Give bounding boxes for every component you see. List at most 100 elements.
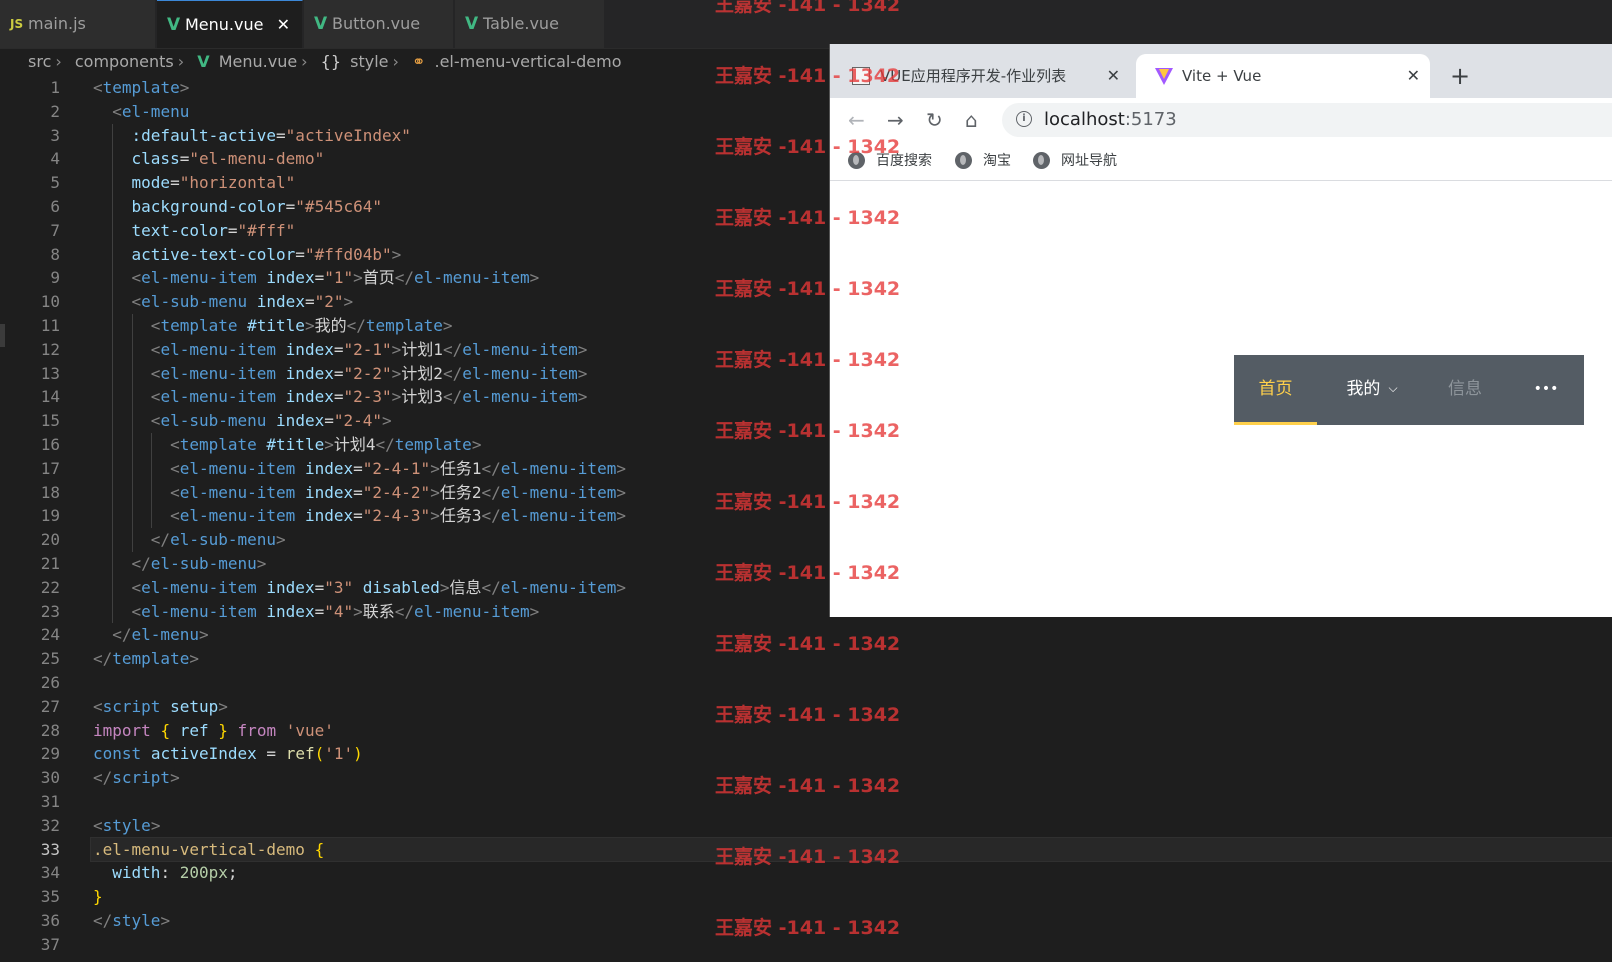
code-line: <el-menu-item index="2-1">计划1</el-menu-i… (93, 337, 813, 362)
bookmark-label: 淘宝 (983, 153, 1011, 169)
indent-guide (150, 456, 152, 481)
line-number: 14 (40, 387, 60, 407)
line-number: 35 (40, 887, 60, 907)
indent-guide (131, 528, 133, 552)
globe-icon (1033, 152, 1050, 169)
menu-item-home[interactable]: 首页 (1234, 355, 1317, 425)
code-line: </el-sub-menu> (93, 528, 813, 552)
breadcrumb-item[interactable]: components (75, 52, 174, 71)
vue-file-icon: V (314, 14, 328, 34)
tab-table-vue[interactable]: V Table.vue (455, 0, 605, 48)
watermark-text: 王嘉安 -141 - 1342 (715, 136, 901, 158)
close-tab-icon[interactable]: ✕ (277, 1, 290, 49)
vue-file-icon: V (167, 15, 181, 35)
watermark-text: 王嘉安 -141 - 1342 (715, 775, 901, 797)
browser-tab-title: VUE应用程序开发-作业列表 (880, 67, 1067, 85)
indent-guide (131, 480, 133, 505)
line-number: 13 (40, 363, 60, 383)
line-number: 28 (40, 720, 60, 740)
close-tab-icon[interactable]: ✕ (1407, 54, 1420, 98)
watermark-text: 王嘉安 -141 - 1342 (715, 562, 901, 584)
watermark-text: 王嘉安 -141 - 1342 (715, 0, 901, 16)
code-line: active-text-color="#ffd04b"> (93, 242, 813, 267)
indent-guide (112, 385, 114, 410)
watermark-text: 王嘉安 -141 - 1342 (715, 846, 901, 868)
indent-guide (150, 480, 152, 505)
watermark-text: 王嘉安 -141 - 1342 (715, 207, 901, 229)
code-line: <template #title>计划4</template> (93, 432, 813, 457)
tab-main-js[interactable]: JS main.js (0, 0, 156, 48)
indent-guide (112, 218, 114, 243)
code-line: :default-active="activeIndex" (93, 123, 813, 148)
line-number: 9 (50, 268, 60, 288)
indent-guide (131, 432, 133, 457)
css-selector-icon: ⚭ (412, 52, 426, 71)
more-menu-icon[interactable]: ••• (1514, 355, 1578, 425)
reload-icon[interactable]: ↻ (926, 98, 943, 142)
tab-label: Table.vue (483, 14, 559, 33)
indent-guide (112, 313, 114, 338)
line-number: 34 (40, 863, 60, 883)
indent-guide (112, 432, 114, 457)
code-line: <el-sub-menu index="2"> (93, 290, 813, 314)
watermark-text: 王嘉安 -141 - 1342 (715, 704, 901, 726)
home-icon[interactable]: ⌂ (965, 98, 978, 142)
indent-guide (112, 409, 114, 433)
code-line: const activeIndex = ref('1') (93, 744, 363, 764)
code-line: width: 200px; (112, 863, 238, 883)
bookmark-label: 网址导航 (1061, 153, 1117, 169)
code-line: <el-menu-item index="4">联系</el-menu-item… (93, 599, 813, 624)
tab-menu-vue[interactable]: V Menu.vue ✕ (157, 0, 303, 48)
browser-tab-vite-vue[interactable]: Vite + Vue ✕ (1136, 54, 1430, 98)
indent-guide (131, 456, 133, 481)
line-number: 37 (40, 934, 60, 954)
code-line: <el-menu-item index="2-4-1">任务1</el-menu… (93, 456, 813, 481)
tab-button-vue[interactable]: V Button.vue (304, 0, 454, 48)
indent-guide (150, 432, 152, 457)
tab-label: Menu.vue (185, 15, 264, 34)
tab-label: Button.vue (332, 14, 421, 33)
breadcrumb-item[interactable]: Menu.vue (219, 52, 297, 71)
code-line: <el-menu-item index="2-4-3">任务3</el-menu… (93, 504, 813, 529)
bookmark-taobao[interactable]: 淘宝 (955, 142, 1011, 180)
line-number: 25 (40, 649, 60, 669)
browser-toolbar: ← → ↻ ⌂ i localhost:5173 (830, 98, 1612, 142)
code-line: </template> (93, 649, 199, 669)
code-area[interactable]: <template> <el-menu :default-active="act… (90, 76, 1612, 956)
breadcrumb: src › components › V Menu.vue › {} style › ⚭… (0, 48, 830, 76)
code-line: <el-menu-item index="1">首页</el-menu-item… (93, 266, 813, 291)
globe-icon (955, 152, 972, 169)
line-number: 27 (40, 696, 60, 716)
line-number: 7 (50, 220, 60, 240)
breadcrumb-item[interactable]: src (28, 52, 51, 71)
breadcrumb-item[interactable]: .el-menu-vertical-demo (435, 52, 622, 71)
line-number: 20 (40, 530, 60, 550)
indent-guide (112, 504, 114, 529)
line-number: 32 (40, 815, 60, 835)
indent-guide (112, 147, 114, 172)
menu-item-mine[interactable]: 我的 ⌵ (1328, 355, 1416, 425)
line-number: 23 (40, 601, 60, 621)
address-bar[interactable]: i localhost:5173 (1002, 103, 1612, 137)
chevron-down-icon: ⌵ (1388, 381, 1398, 395)
site-info-icon[interactable]: i (1016, 111, 1032, 127)
code-line: <el-menu-item index="2-4-2">任务2</el-menu… (93, 480, 813, 505)
menu-item-info-disabled: 信息 (1448, 379, 1482, 399)
new-tab-button[interactable]: + (1450, 54, 1470, 98)
code-line: <el-menu-item index="2-2">计划2</el-menu-i… (93, 361, 813, 386)
browser-tab-strip: VUE应用程序开发-作业列表 ✕ Vite + Vue ✕ + (830, 44, 1612, 98)
line-number: 15 (40, 411, 60, 431)
indent-guide (131, 313, 133, 338)
watermark-text: 王嘉安 -141 - 1342 (715, 917, 901, 939)
breadcrumb-item[interactable]: style (350, 52, 388, 71)
indent-guide (112, 599, 114, 624)
indent-guide (150, 504, 152, 529)
code-line: class="el-menu-demo" (93, 147, 813, 172)
line-number: 30 (40, 768, 60, 788)
indent-guide (131, 337, 133, 362)
indent-guide (112, 575, 114, 600)
bookmark-nav[interactable]: 网址导航 (1033, 142, 1117, 180)
close-tab-icon[interactable]: ✕ (1107, 54, 1120, 98)
chevron-right-icon: › (392, 52, 399, 71)
